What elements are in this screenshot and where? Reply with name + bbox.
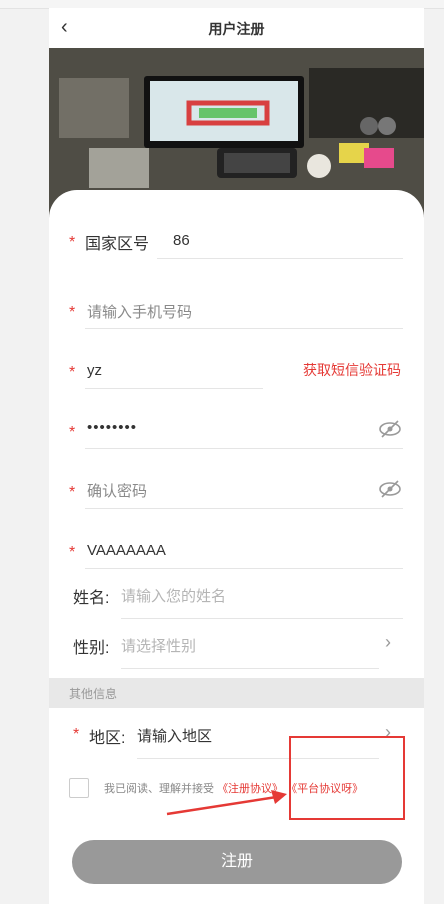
divider (85, 568, 403, 569)
section-header: 其他信息 (49, 678, 424, 708)
divider (85, 328, 403, 329)
highlight-box (289, 736, 405, 820)
divider (121, 618, 403, 619)
sms-code-input[interactable]: yz (87, 362, 102, 379)
confirm-password-input[interactable]: 确认密码 (87, 480, 147, 501)
required-mark: * (73, 726, 80, 743)
gender-select[interactable]: 请选择性别 (121, 635, 196, 656)
country-code-label: 国家区号 (85, 236, 150, 253)
phone-input[interactable]: 请输入手机号码 (87, 301, 192, 322)
invite-code-input[interactable]: VAAAAAAA (87, 542, 166, 559)
divider (85, 448, 403, 449)
region-input[interactable]: 请输入地区 (137, 725, 212, 746)
register-page: ‹ 用户注册 * 国家区号 86 * 请输入手机号码 * yz 获取短信验证码 … (49, 8, 424, 904)
name-input[interactable]: 请输入您的姓名 (121, 585, 226, 606)
register-button[interactable]: 注册 (72, 840, 402, 884)
chevron-right-icon[interactable]: › (385, 632, 391, 653)
required-mark: * (69, 304, 76, 321)
gender-label: 性别: (73, 640, 110, 657)
required-mark: * (69, 544, 76, 561)
country-code-input[interactable]: 86 (173, 232, 190, 249)
region-label: 地区: (89, 730, 126, 747)
agree-checkbox[interactable] (69, 778, 89, 798)
password-input[interactable]: •••••••• (87, 419, 137, 436)
annotation-arrow-icon (166, 790, 287, 816)
nav-header: ‹ 用户注册 (49, 8, 424, 48)
required-mark: * (69, 364, 76, 381)
section-title: 其他信息 (69, 687, 118, 701)
name-label: 姓名: (73, 590, 110, 607)
eye-slash-icon[interactable] (378, 480, 402, 498)
required-mark: * (69, 424, 76, 441)
divider (157, 258, 403, 259)
page-title: 用户注册 (208, 21, 265, 37)
divider (85, 508, 403, 509)
divider (121, 668, 379, 669)
required-mark: * (69, 484, 76, 501)
divider (85, 388, 263, 389)
eye-slash-icon[interactable] (378, 420, 402, 438)
get-sms-code-button[interactable]: 获取短信验证码 (303, 360, 401, 380)
required-mark: * (69, 234, 76, 251)
